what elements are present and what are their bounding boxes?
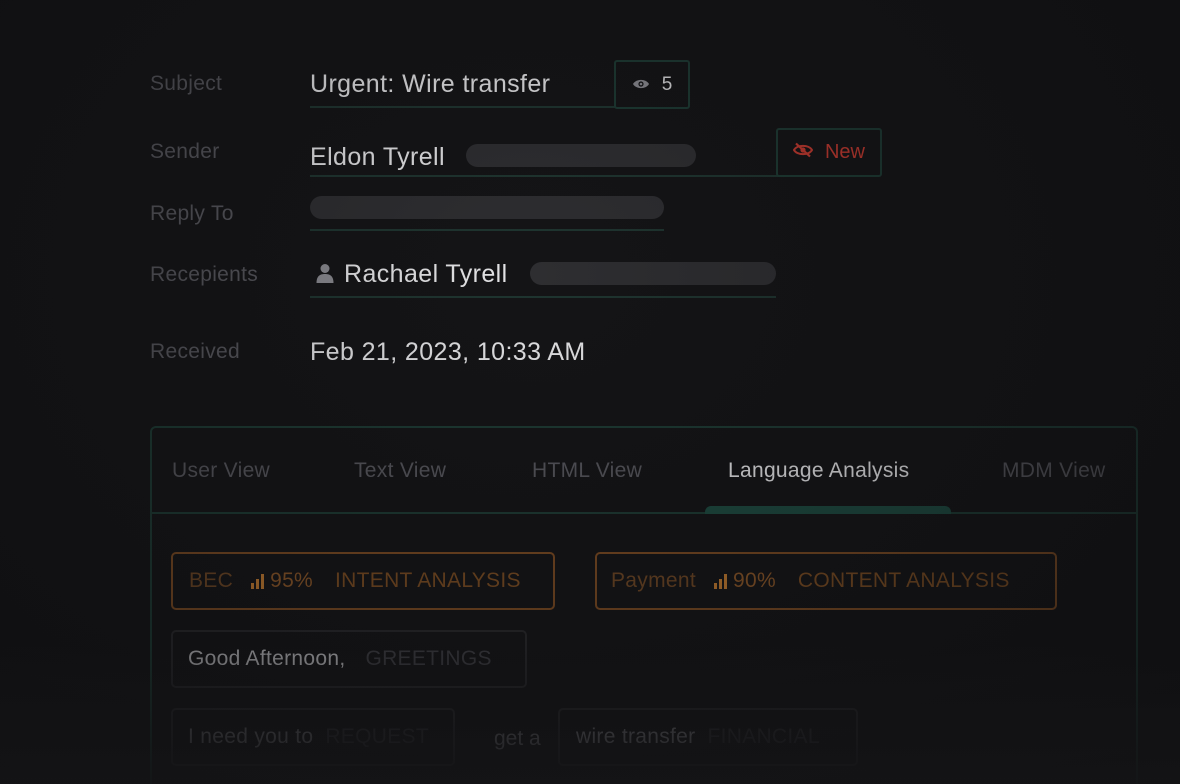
content-category: CONTENT ANALYSIS xyxy=(797,569,1010,592)
signal-bars-icon xyxy=(713,573,727,589)
intent-category: INTENT ANALYSIS xyxy=(335,569,521,592)
views-count: 5 xyxy=(661,73,673,95)
reply-to-field xyxy=(310,192,664,231)
intent-word: BEC xyxy=(189,569,234,592)
eye-off-icon xyxy=(792,142,814,164)
subject-field: Urgent: Wire transfer xyxy=(310,64,616,108)
reply-to-label: Reply To xyxy=(150,202,234,225)
content-analysis-chip[interactable]: Payment 90% CONTENT ANALYSIS xyxy=(595,552,1057,610)
view-tabs: User View Text View HTML View Language A… xyxy=(152,428,1136,514)
new-sender-badge[interactable]: New xyxy=(776,128,882,177)
recipient-email-redacted xyxy=(530,262,776,285)
request-text: I need you to xyxy=(188,725,314,748)
recipient-name: Rachael Tyrell xyxy=(344,260,508,288)
tab-text-view[interactable]: Text View xyxy=(354,459,446,483)
intent-score: 95% xyxy=(251,569,313,593)
email-view-panel: User View Text View HTML View Language A… xyxy=(150,426,1138,784)
received-label: Received xyxy=(150,340,240,363)
financial-chip[interactable]: wire transfer FINANCIAL xyxy=(558,708,858,766)
tab-mdm-view[interactable]: MDM View xyxy=(1002,459,1106,483)
views-count-badge[interactable]: 5 xyxy=(614,60,690,109)
signal-bars-icon xyxy=(251,573,265,589)
sender-name: Eldon Tyrell xyxy=(310,143,445,171)
intent-percent: 95% xyxy=(270,569,314,592)
greeting-chip[interactable]: Good Afternoon, GREETINGS xyxy=(171,630,527,688)
greeting-category: GREETINGS xyxy=(365,647,492,670)
subject-label: Subject xyxy=(150,72,223,95)
recipients-label: Recepients xyxy=(150,263,259,286)
active-tab-indicator xyxy=(705,506,951,514)
greeting-text: Good Afternoon, xyxy=(188,647,346,670)
financial-category: FINANCIAL xyxy=(707,725,820,748)
new-badge-label: New xyxy=(824,141,865,163)
tab-html-view[interactable]: HTML View xyxy=(532,459,642,483)
eye-icon xyxy=(632,74,650,96)
sender-email-redacted xyxy=(466,144,696,167)
sender-field: Eldon Tyrell xyxy=(310,134,780,177)
reply-to-redacted xyxy=(310,196,664,219)
request-category: REQUEST xyxy=(325,725,429,748)
sender-label: Sender xyxy=(150,140,220,163)
user-icon xyxy=(316,263,334,288)
content-percent: 90% xyxy=(732,569,776,592)
received-value: Feb 21, 2023, 10:33 AM xyxy=(310,338,586,366)
request-chip[interactable]: I need you to REQUEST xyxy=(171,708,455,766)
connector-text: get a xyxy=(494,727,541,750)
tab-user-view[interactable]: User View xyxy=(172,459,270,483)
intent-analysis-chip[interactable]: BEC 95% INTENT ANALYSIS xyxy=(171,552,555,610)
content-word: Payment xyxy=(611,569,696,592)
subject-value: Urgent: Wire transfer xyxy=(310,70,551,98)
content-score: 90% xyxy=(713,569,776,593)
tab-language-analysis[interactable]: Language Analysis xyxy=(728,459,909,483)
financial-text: wire transfer xyxy=(576,725,696,748)
recipients-field: Rachael Tyrell xyxy=(310,252,776,298)
